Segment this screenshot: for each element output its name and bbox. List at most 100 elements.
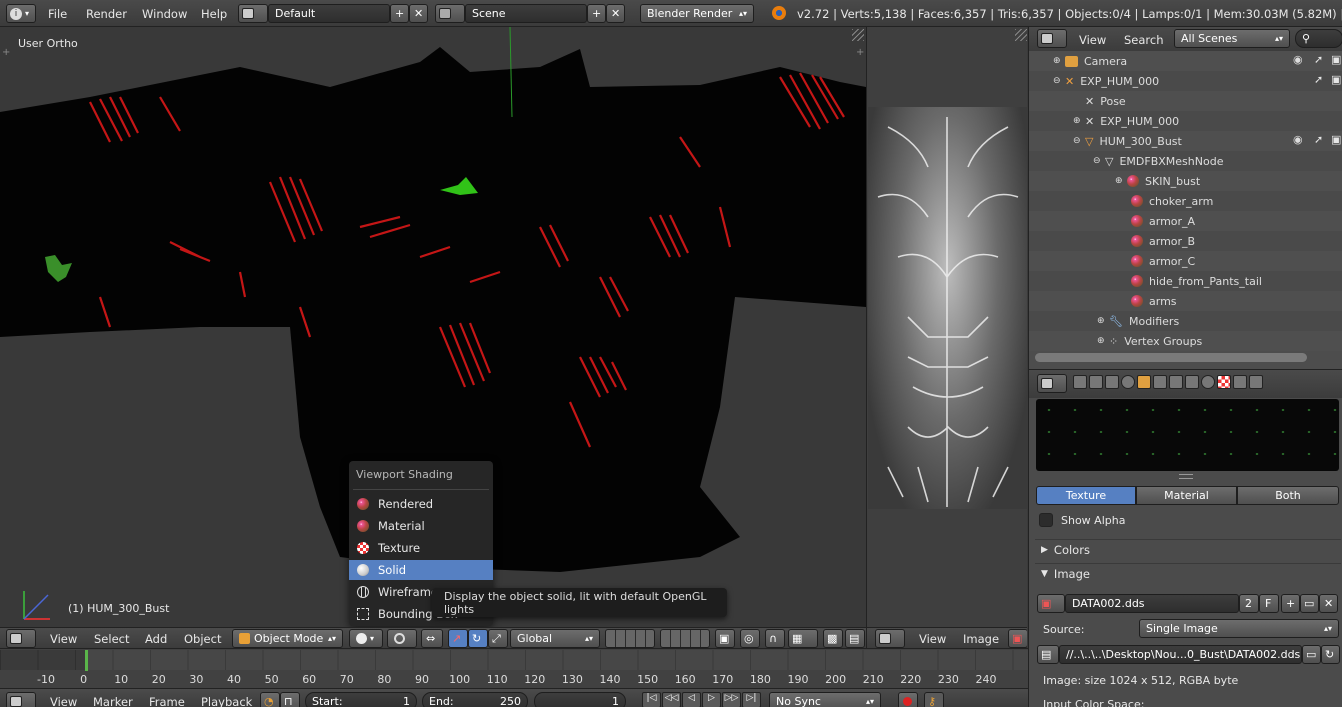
render-icon[interactable]: ▣ xyxy=(1331,73,1341,86)
image-new-button[interactable]: + xyxy=(1281,594,1300,613)
render-icon[interactable]: ▣ xyxy=(1331,133,1341,146)
layer-buttons-b[interactable] xyxy=(660,629,710,648)
image-browse-dropdown[interactable]: ▣ xyxy=(1037,594,1065,613)
record-button[interactable] xyxy=(898,692,918,707)
outliner-item[interactable]: hide_from_Pants_tail xyxy=(1029,271,1342,291)
snap-element-dropdown[interactable]: ▦ xyxy=(788,629,818,648)
scene-delete-button[interactable]: ✕ xyxy=(606,4,625,23)
outliner-item[interactable]: choker_arm xyxy=(1029,191,1342,211)
physics-tab-icon[interactable] xyxy=(1249,375,1263,389)
outliner-item[interactable]: ⊖ ▽ EMDFBXMeshNode xyxy=(1029,151,1342,171)
image-editor-menu-image[interactable]: Image xyxy=(963,632,999,646)
image-editor[interactable] xyxy=(866,27,1027,627)
outliner-item[interactable]: ⊕ ⁘ Vertex Groups xyxy=(1029,331,1342,351)
region-plus-icon[interactable]: + xyxy=(2,47,10,58)
preview-tab-texture[interactable]: Texture xyxy=(1036,486,1136,505)
editor-type-timeline-button[interactable] xyxy=(6,692,36,707)
outliner-display-filter[interactable]: All Scenes ▴▾ xyxy=(1174,29,1290,48)
menu-render[interactable]: Render xyxy=(86,7,127,21)
eye-icon[interactable]: ◉ xyxy=(1293,133,1303,146)
image-panel-header[interactable]: ▼ Image xyxy=(1035,563,1341,583)
viewport-menu-object[interactable]: Object xyxy=(184,632,221,646)
keying-set-button[interactable]: ⚷ xyxy=(924,692,944,707)
scene-tab-icon[interactable] xyxy=(1105,375,1119,389)
end-frame-field[interactable]: End: 250 xyxy=(422,692,528,707)
menu-window[interactable]: Window xyxy=(142,7,187,21)
editor-type-info-button[interactable]: i ▾ xyxy=(6,4,36,23)
scene-name-field[interactable]: Scene xyxy=(465,4,587,23)
play-icon[interactable]: ▷ xyxy=(702,692,721,707)
scene-add-button[interactable]: + xyxy=(587,4,606,23)
play-reverse-icon[interactable]: ◁ xyxy=(682,692,701,707)
proportional-edit-button[interactable]: ◎ xyxy=(740,629,760,648)
image-source-dropdown[interactable]: Single Image ▴▾ xyxy=(1139,619,1339,638)
scene-selector[interactable] xyxy=(435,4,465,23)
outliner-item[interactable]: ✕ Pose xyxy=(1029,91,1342,111)
outliner-menu-view[interactable]: View xyxy=(1079,33,1106,47)
shading-material[interactable]: Material xyxy=(349,516,493,536)
transform-orientation-dropdown[interactable]: Global ▴▾ xyxy=(510,629,600,648)
layer-lock-button[interactable]: ▣ xyxy=(715,629,735,648)
colors-panel-header[interactable]: ▶ Colors xyxy=(1035,539,1341,559)
layout-selector[interactable] xyxy=(238,4,268,23)
timeline-menu-view[interactable]: View xyxy=(50,695,77,707)
next-keyframe-icon[interactable]: ▷▷ xyxy=(722,692,741,707)
jump-start-icon[interactable]: |◁ xyxy=(642,692,661,707)
timeline-menu-frame[interactable]: Frame xyxy=(149,695,185,707)
editor-type-outliner-button[interactable] xyxy=(1037,29,1067,48)
translate-manipulator[interactable]: ↗ xyxy=(448,629,468,648)
editor-type-image-button[interactable] xyxy=(875,629,905,648)
shading-solid[interactable]: Solid xyxy=(349,560,493,580)
timeline-menu-playback[interactable]: Playback xyxy=(201,695,252,707)
image-unlink-button[interactable]: ✕ xyxy=(1319,594,1338,613)
modifiers-tab-icon[interactable] xyxy=(1169,375,1183,389)
outliner-item[interactable]: ⊕ SKIN_bust xyxy=(1029,171,1342,191)
shading-texture[interactable]: Texture xyxy=(349,538,493,558)
playback-controls[interactable]: |◁ ◁◁ ◁ ▷ ▷▷ ▷| xyxy=(642,692,762,707)
outliner-item[interactable]: armor_A xyxy=(1029,211,1342,231)
prev-keyframe-icon[interactable]: ◁◁ xyxy=(662,692,681,707)
layout-name-field[interactable]: Default xyxy=(268,4,390,23)
snap-toggle-button[interactable]: ∩ xyxy=(765,629,785,648)
pivot-point-button[interactable] xyxy=(387,629,417,648)
current-frame-field[interactable]: 1 xyxy=(534,692,626,707)
world-tab-icon[interactable] xyxy=(1121,375,1135,389)
outliner-item[interactable]: ⊕ ✕ EXP_HUM_000 xyxy=(1029,111,1342,131)
viewport-menu-select[interactable]: Select xyxy=(94,632,129,646)
corner-widget-uv[interactable] xyxy=(1015,29,1027,41)
sync-mode-dropdown[interactable]: No Sync ▴▾ xyxy=(769,692,881,707)
viewport-menu-view[interactable]: View xyxy=(50,632,77,646)
preview-tab-material[interactable]: Material xyxy=(1136,486,1237,505)
cursor-select-icon[interactable]: ➚ xyxy=(1314,53,1323,66)
start-frame-field[interactable]: Start: 1 xyxy=(305,692,417,707)
particles-tab-icon[interactable] xyxy=(1233,375,1247,389)
region-plus-icon-right[interactable]: + xyxy=(856,47,864,58)
menu-help[interactable]: Help xyxy=(201,7,227,21)
shading-rendered[interactable]: Rendered xyxy=(349,494,493,514)
corner-widget-top-right[interactable] xyxy=(852,29,864,41)
constraints-tab-icon[interactable] xyxy=(1153,375,1167,389)
opengl-animation-button[interactable]: ▤ xyxy=(845,629,865,648)
material-tab-icon[interactable] xyxy=(1201,375,1215,389)
properties-context-tabs[interactable] xyxy=(1073,375,1342,393)
preview-resize-handle[interactable] xyxy=(1179,474,1193,479)
filepath-browse-button[interactable]: ▭ xyxy=(1302,645,1321,664)
show-alpha-checkbox[interactable] xyxy=(1039,513,1053,527)
layers-tab-icon[interactable] xyxy=(1089,375,1103,389)
jump-end-icon[interactable]: ▷| xyxy=(742,692,761,707)
outliner-item[interactable]: ⊕ 🔧︎ Modifiers xyxy=(1029,311,1342,331)
frame-scrub-bar[interactable] xyxy=(0,650,1028,670)
outliner-scrollbar[interactable] xyxy=(1035,353,1307,362)
timeline-menu-marker[interactable]: Marker xyxy=(93,695,133,707)
layer-buttons-a[interactable] xyxy=(605,629,655,648)
preview-range-button[interactable]: ◔ xyxy=(260,692,280,707)
cursor-select-icon[interactable]: ➚ xyxy=(1314,73,1323,86)
image-name-field[interactable]: DATA002.dds xyxy=(1065,594,1239,613)
outliner-item[interactable]: arms xyxy=(1029,291,1342,311)
texture-tab-icon[interactable] xyxy=(1217,375,1231,389)
current-frame-indicator[interactable] xyxy=(85,650,88,671)
image-open-button[interactable]: ▭ xyxy=(1300,594,1319,613)
editor-type-3d-button[interactable] xyxy=(6,629,36,648)
manipulator-toggle[interactable]: ⇔ xyxy=(421,629,443,648)
cursor-select-icon[interactable]: ➚ xyxy=(1314,133,1323,146)
